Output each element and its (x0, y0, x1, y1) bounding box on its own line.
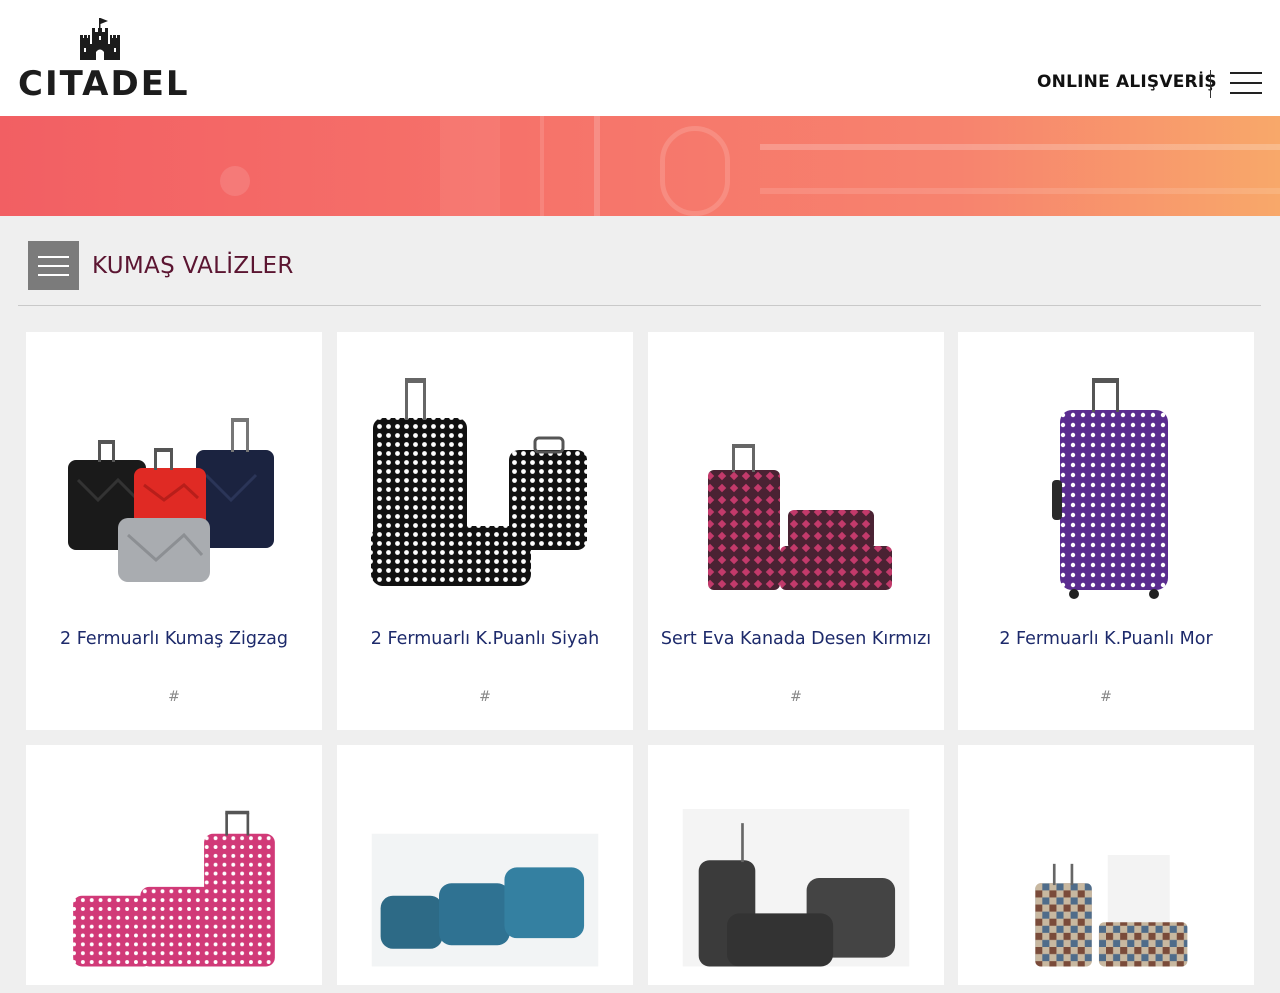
product-name[interactable]: 2 Fermuarlı K.Puanlı Mor (968, 628, 1244, 651)
product-image (682, 809, 910, 967)
product-image (1052, 378, 1168, 599)
product-card[interactable]: 2 Fermuarlı K.Puanlı Siyah # (337, 332, 633, 730)
hamburger-icon (38, 256, 69, 258)
product-card[interactable] (337, 745, 633, 985)
category-divider (18, 305, 1261, 306)
product-link[interactable]: # (26, 689, 322, 705)
product-link[interactable]: # (337, 689, 633, 705)
product-image (708, 444, 892, 590)
castle-icon (80, 18, 120, 60)
product-card[interactable] (26, 745, 322, 985)
product-image (73, 810, 275, 967)
logo-wordmark: CITADEL (18, 64, 190, 104)
product-card[interactable] (958, 745, 1254, 985)
product-card[interactable]: Sert Eva Kanada Desen Kırmızı # (648, 332, 944, 730)
nav-divider (1210, 70, 1211, 98)
product-link[interactable]: # (648, 689, 944, 705)
product-name[interactable]: 2 Fermuarlı K.Puanlı Siyah (347, 628, 623, 651)
product-image (1035, 855, 1188, 967)
hero-banner (0, 116, 1280, 216)
citadel-logo[interactable]: CITADEL (18, 18, 190, 104)
site-header: CITADEL ONLINE ALIŞVERİŞ (0, 0, 1280, 116)
product-name[interactable]: Sert Eva Kanada Desen Kırmızı (658, 628, 934, 651)
main-menu-button[interactable] (1230, 72, 1262, 96)
product-image (371, 378, 587, 586)
category-menu-toggle[interactable] (28, 241, 79, 290)
product-link[interactable]: # (958, 689, 1254, 705)
product-card[interactable]: 2 Fermuarlı Kumaş Zigzag # (26, 332, 322, 730)
category-title: KUMAŞ VALİZLER (92, 253, 294, 279)
hamburger-icon (1230, 72, 1262, 74)
product-card[interactable] (648, 745, 944, 985)
product-name[interactable]: 2 Fermuarlı Kumaş Zigzag (36, 628, 312, 651)
product-image (68, 418, 274, 582)
online-shopping-link[interactable]: ONLINE ALIŞVERİŞ (1037, 72, 1217, 92)
product-image (371, 833, 599, 967)
product-card[interactable]: 2 Fermuarlı K.Puanlı Mor # (958, 332, 1254, 730)
